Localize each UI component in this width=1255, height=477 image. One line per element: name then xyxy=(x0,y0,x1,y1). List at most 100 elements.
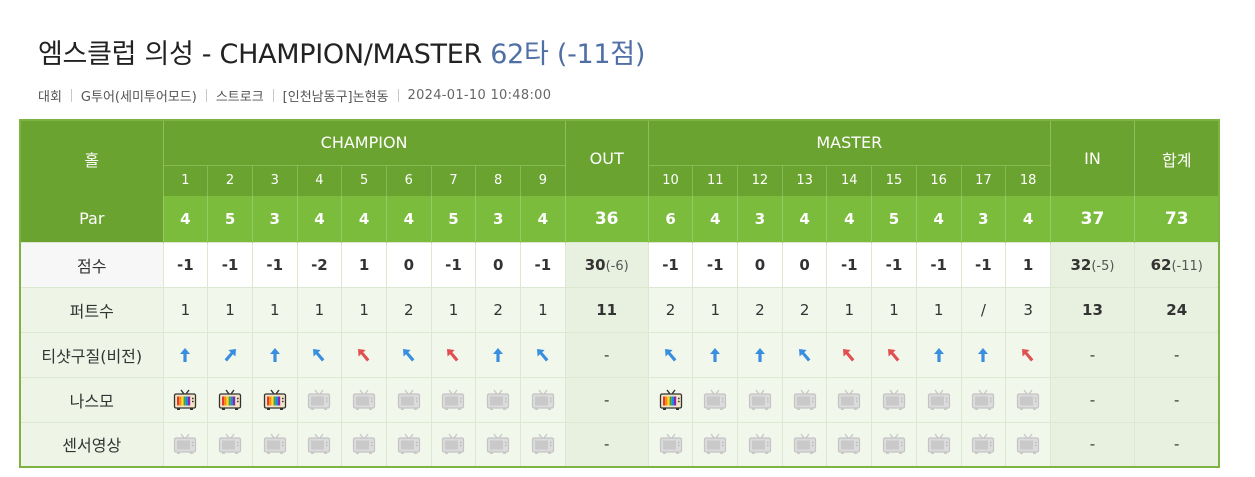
tv-icon xyxy=(263,433,287,455)
putts-cell: 2 xyxy=(647,286,693,332)
tv-icon xyxy=(659,433,683,455)
putts-total: 24 xyxy=(1133,286,1220,332)
tee-shot-cell xyxy=(737,331,783,377)
row-label: Par xyxy=(19,196,163,242)
hole-number: 15 xyxy=(871,164,917,196)
upleft-arrow-icon xyxy=(311,345,327,363)
total-score-headline: 62타 (-11점) xyxy=(490,39,646,70)
divider xyxy=(272,89,274,102)
up-arrow-icon xyxy=(752,345,768,363)
video-cell[interactable] xyxy=(207,376,253,422)
tv-icon xyxy=(486,433,510,455)
video-cell xyxy=(430,376,476,422)
meta-mode: G투어(세미투어모드) xyxy=(80,90,197,105)
tv-icon xyxy=(971,433,995,455)
score-cell: -1 xyxy=(692,241,738,287)
video-cell[interactable] xyxy=(251,376,298,422)
video-cell xyxy=(1005,421,1051,467)
tv-icon xyxy=(748,389,772,410)
putts-cell: 2 xyxy=(781,286,827,332)
par-cell: 4 xyxy=(826,196,872,242)
score-total-diff: (-11) xyxy=(1171,258,1203,274)
upleft-arrow-icon xyxy=(535,345,551,363)
putts-cell: 1 xyxy=(826,286,872,332)
tee-shot-cell xyxy=(341,331,387,377)
tee-shot-row: 티샷구질(비전) - - - xyxy=(19,331,1220,377)
video-cell xyxy=(871,376,917,422)
putts-cell: 1 xyxy=(915,286,961,332)
video-cell xyxy=(647,421,693,467)
video-cell xyxy=(826,421,872,467)
video-cell xyxy=(960,421,1006,467)
up-arrow-icon xyxy=(931,345,947,363)
video-cell xyxy=(737,376,783,422)
score-cell: -1 xyxy=(162,241,208,287)
score-cell: -1 xyxy=(520,241,566,287)
putts-cell: 1 xyxy=(296,286,342,332)
hole-number: 8 xyxy=(475,164,521,196)
front-course-header: CHAMPION xyxy=(162,120,566,165)
par-cell: 3 xyxy=(475,196,521,242)
page-title: 엠스클럽 의성 - CHAMPION/MASTER 62타 (-11점) xyxy=(38,32,645,71)
par-cell: 4 xyxy=(781,196,827,242)
video-cell xyxy=(475,421,521,467)
putts-cell: 1 xyxy=(692,286,738,332)
tv-icon xyxy=(218,433,242,455)
tee-shot-cell xyxy=(296,331,342,377)
video-cell xyxy=(871,421,917,467)
upleft-arrow-icon xyxy=(356,345,372,363)
tee-shot-cell xyxy=(162,331,208,377)
video-cell[interactable] xyxy=(162,376,208,422)
tv-icon xyxy=(397,389,421,410)
tv-icon xyxy=(352,433,376,455)
putts-cell: 1 xyxy=(207,286,253,332)
score-in-value: 32 xyxy=(1070,255,1092,274)
score-cell: 0 xyxy=(781,241,827,287)
video-cell[interactable] xyxy=(647,376,693,422)
sensor-out: - xyxy=(564,421,649,467)
sensor-total: - xyxy=(1133,421,1220,467)
up-arrow-icon xyxy=(975,345,991,363)
upleft-arrow-icon xyxy=(1020,345,1036,363)
in-header: IN xyxy=(1049,120,1135,196)
hole-number: 16 xyxy=(915,164,961,196)
video-cell xyxy=(781,421,827,467)
tv-icon xyxy=(882,389,906,410)
putts-cell: 2 xyxy=(385,286,432,332)
tee-out: - xyxy=(564,331,649,377)
score-cell: -1 xyxy=(207,241,253,287)
upleft-arrow-icon xyxy=(886,345,902,363)
par-cell: 4 xyxy=(385,196,432,242)
video-cell xyxy=(430,421,476,467)
score-in: 32(-5) xyxy=(1049,241,1135,287)
upright-arrow-icon xyxy=(222,345,238,363)
tv-icon xyxy=(971,389,995,410)
putts-cell: 1 xyxy=(430,286,476,332)
tee-shot-cell xyxy=(871,331,917,377)
tee-shot-cell xyxy=(520,331,566,377)
hole-number: 11 xyxy=(692,164,738,196)
hole-number: 9 xyxy=(520,164,566,196)
row-label: 나스모 xyxy=(19,376,163,422)
par-cell: 5 xyxy=(871,196,917,242)
putts-cell: 2 xyxy=(737,286,783,332)
tv-icon xyxy=(837,433,861,455)
hole-number: 14 xyxy=(826,164,872,196)
tv-icon[interactable] xyxy=(263,389,287,410)
tv-icon[interactable] xyxy=(659,389,683,410)
putts-cell: 1 xyxy=(871,286,917,332)
upleft-arrow-icon xyxy=(663,345,679,363)
tee-total: - xyxy=(1133,331,1220,377)
par-cell: 3 xyxy=(251,196,298,242)
score-total: 62(-11) xyxy=(1133,241,1220,287)
scorecard-table: 홀 CHAMPION OUT MASTER IN 합계 1 2 3 4 5 6 7 8 9 10 11 12 13 1… xyxy=(19,119,1221,468)
tv-icon[interactable] xyxy=(173,389,197,410)
tv-icon xyxy=(531,389,555,410)
par-cell: 4 xyxy=(1005,196,1051,242)
video-cell xyxy=(475,376,521,422)
back-course-header: MASTER xyxy=(647,120,1051,165)
tv-icon[interactable] xyxy=(218,389,242,410)
par-row: Par 4 5 3 4 4 4 5 3 4 36 6 4 3 4 4 5 4 3 4 37 73 xyxy=(19,196,1220,242)
tv-icon xyxy=(531,433,555,455)
upleft-arrow-icon xyxy=(445,345,461,363)
